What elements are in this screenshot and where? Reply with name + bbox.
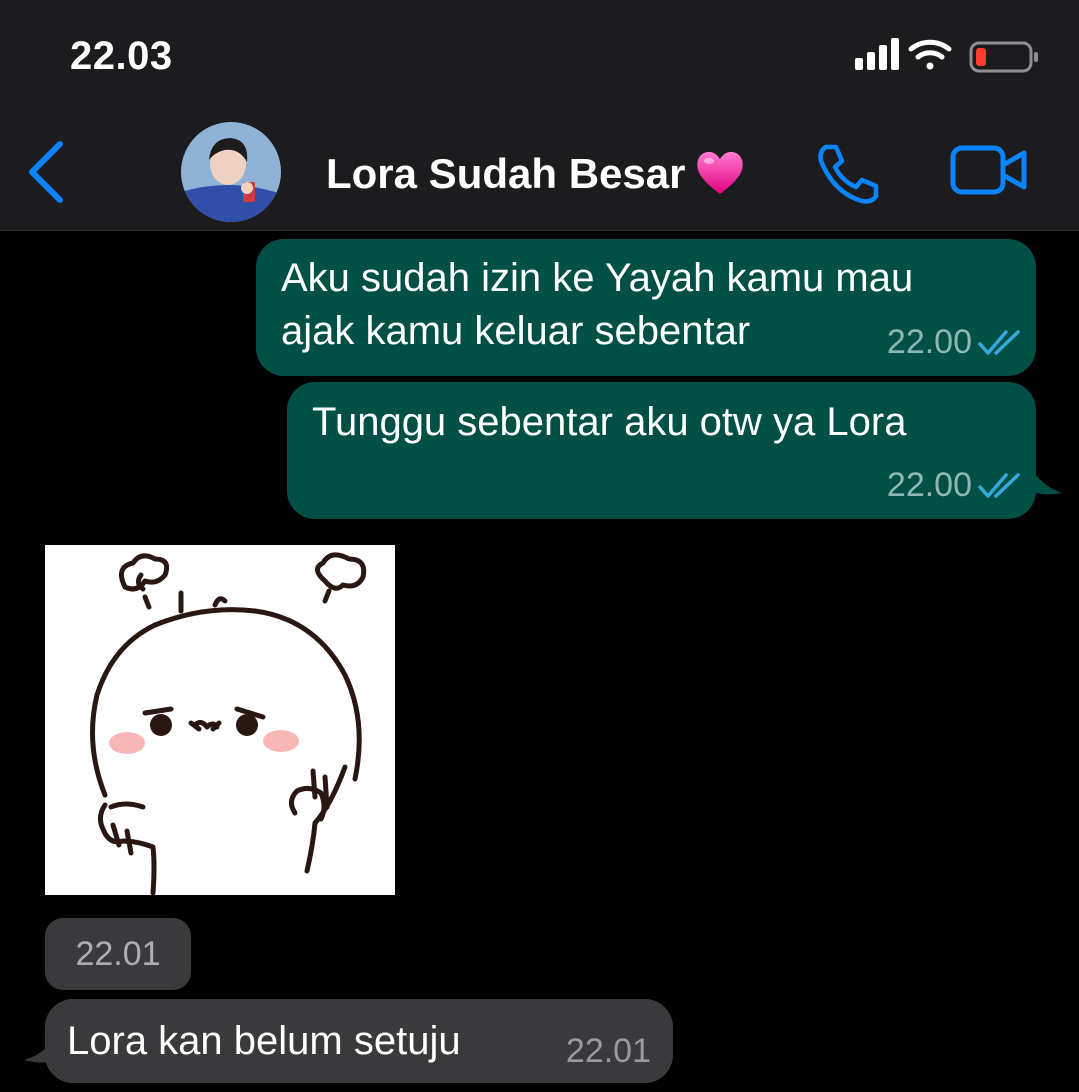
message-time: 22.00 [886,466,972,504]
message-time: 22.01 [565,1032,651,1070]
double-check-icon [978,470,1024,509]
pink-heart-icon [695,148,745,206]
signal-icon [855,38,899,70]
voice-call-button[interactable] [812,141,882,210]
message-meta: 22.00 [887,323,1024,366]
back-button[interactable] [24,140,68,209]
contact-name[interactable]: Lora Sudah Besar [326,148,745,206]
message-line: Aku sudah izin ke Yayah kamu mau [281,256,914,300]
message-meta: 22.00 [887,466,1024,509]
message-meta: 22.01 [566,1032,651,1071]
battery-low-icon [969,41,1038,73]
status-icons [849,36,1039,76]
message-bubble-outgoing[interactable]: Tunggu sebentar aku otw ya Lora 22.00 [287,382,1036,519]
angry-bun-sticker [90,552,367,896]
phone-icon [818,144,879,204]
double-check-icon [978,327,1024,366]
contact-avatar[interactable] [181,122,281,222]
status-time: 22.03 [70,34,173,78]
bubble-tail-outgoing [1026,455,1062,495]
status-bar: 22.03 [0,0,1079,115]
chat-header: Lora Sudah Besar [0,115,1079,231]
wifi-icon [908,39,952,70]
message-time: 22.00 [886,323,972,361]
message-time: 22.01 [75,935,161,973]
sticker-time-badge: 22.01 [45,918,191,990]
message-bubble-incoming[interactable]: Lora kan belum setuju 22.01 [45,999,673,1083]
message-line: ajak kamu keluar sebentar [281,309,751,353]
chevron-left-icon [29,141,63,203]
contact-name-text: Lora Sudah Besar [326,150,686,197]
video-camera-icon [950,145,1027,195]
video-call-button[interactable] [950,145,1028,202]
message-bubble-outgoing[interactable]: Aku sudah izin ke Yayah kamu mau ajak ka… [256,239,1036,376]
message-text: Aku sudah izin ke Yayah kamu mau ajak ka… [281,252,913,358]
sticker-message[interactable] [45,545,395,896]
message-text: Lora kan belum setuju [67,1019,461,1063]
message-text: Tunggu sebentar aku otw ya Lora [312,400,907,444]
